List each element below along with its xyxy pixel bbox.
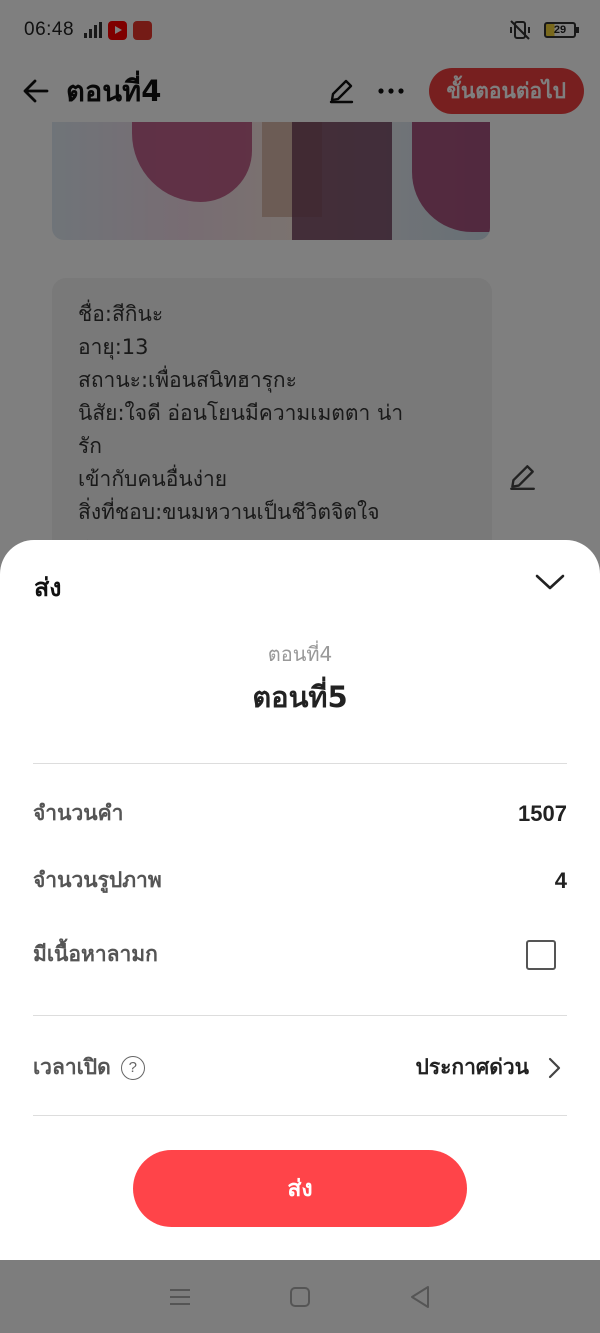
divider — [33, 1115, 567, 1116]
triangle-back-icon — [411, 1285, 429, 1308]
sheet-title: ส่ง — [34, 573, 62, 602]
divider — [33, 1015, 567, 1016]
chevron-right-icon — [543, 1056, 567, 1080]
from-chapter-label: ตอนที่4 — [267, 642, 333, 666]
explicit-content-checkbox[interactable] — [526, 939, 556, 970]
word-count-row: จำนวนคำ 1507 — [33, 797, 567, 830]
square-home-icon — [290, 1286, 310, 1307]
image-count-value: 4 — [554, 867, 567, 893]
explicit-content-row: มีเนื้อหาลามก — [33, 938, 567, 971]
publish-time-label: เวลาเปิด — [33, 1055, 111, 1079]
home-button[interactable] — [285, 1282, 315, 1312]
recent-apps-button[interactable] — [165, 1282, 195, 1312]
divider — [33, 763, 567, 764]
submit-button[interactable]: ส่ง — [133, 1150, 467, 1227]
word-count-label: จำนวนคำ — [33, 801, 124, 825]
back-nav-button[interactable] — [405, 1282, 435, 1312]
image-count-row: จำนวนรูปภาพ 4 — [33, 864, 567, 897]
to-chapter-label: ตอนที่5 — [252, 680, 348, 714]
submit-bottom-sheet: ส่ง ตอนที่4 ตอนที่5 จำนวนคำ 1507 จำนวนรู… — [0, 540, 600, 1260]
explicit-content-label: มีเนื้อหาลามก — [33, 942, 158, 966]
publish-time-value: ประกาศด่วน — [415, 1055, 529, 1079]
word-count-value: 1507 — [518, 800, 567, 826]
menu-lines-icon — [170, 1288, 190, 1305]
collapse-button[interactable] — [530, 564, 570, 600]
help-icon[interactable]: ? — [120, 1055, 145, 1080]
image-count-label: จำนวนรูปภาพ — [33, 868, 162, 892]
chevron-down-icon — [535, 574, 565, 590]
system-nav-bar — [0, 1260, 600, 1333]
publish-time-row[interactable]: เวลาเปิด ? ประกาศด่วน — [33, 1051, 567, 1084]
